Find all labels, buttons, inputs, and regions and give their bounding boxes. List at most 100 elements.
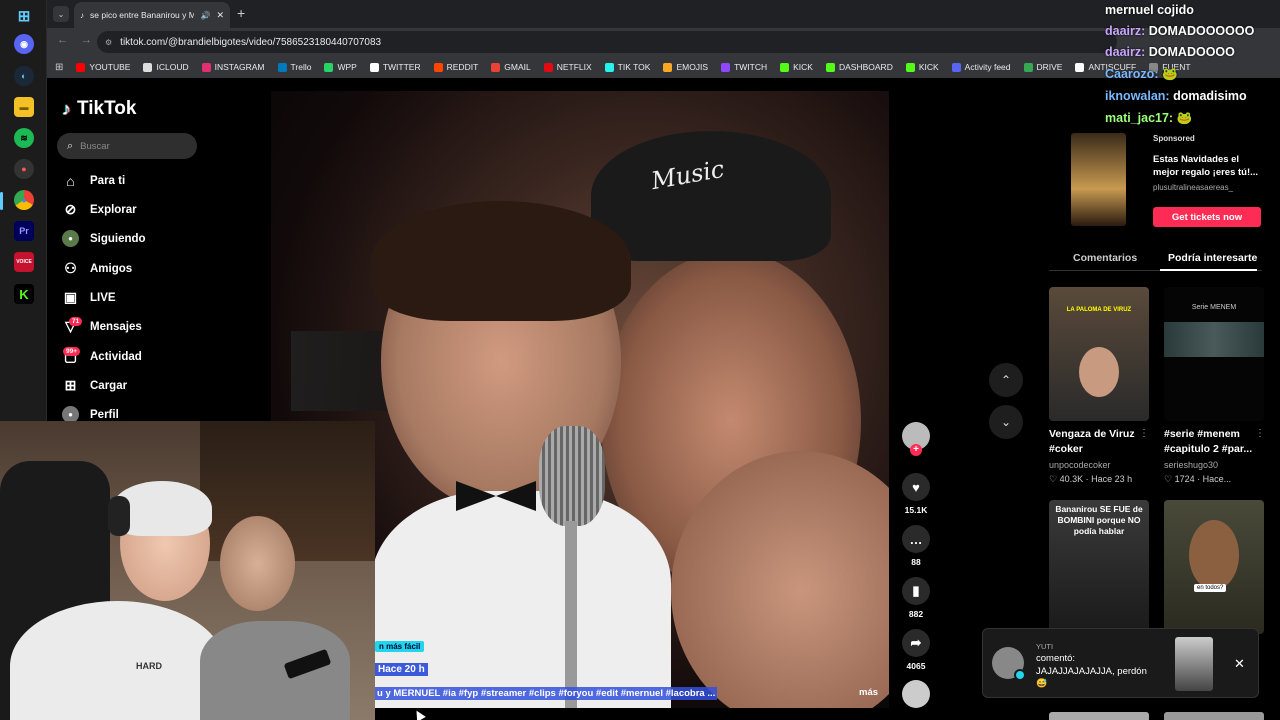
obs-icon[interactable]: ● xyxy=(14,159,34,179)
next-video-button[interactable]: ⌄ xyxy=(989,405,1023,439)
bookmark-item[interactable]: KICK xyxy=(780,62,813,72)
recommended-thumbnail[interactable]: en todos? xyxy=(1164,500,1264,634)
bookmark-item[interactable]: KICK xyxy=(905,62,939,72)
back-icon[interactable]: ← xyxy=(57,34,68,46)
microphone-head xyxy=(539,426,605,526)
address-bar[interactable]: ⚙ tiktok.com/@brandielbigotes/video/7586… xyxy=(97,31,1117,53)
bookmark-item[interactable]: NETFLIX xyxy=(543,62,592,72)
recommended-author[interactable]: unpocodecoker xyxy=(1049,460,1111,470)
thumbnail-caption: Bananirou SE FUE de BOMBINI porque NO po… xyxy=(1055,504,1143,536)
ad-thumbnail[interactable] xyxy=(1071,133,1126,226)
save-count: 882 xyxy=(908,609,924,619)
chrome-icon[interactable]: ● xyxy=(14,190,34,210)
file-explorer-icon[interactable]: ▬ xyxy=(14,97,34,117)
white-tshirt xyxy=(10,601,225,720)
bookmark-item[interactable]: INSTAGRAM xyxy=(201,62,265,72)
kick-icon[interactable]: K xyxy=(14,284,34,304)
recommended-title[interactable]: Vengaza de Viruz #coker xyxy=(1049,427,1149,457)
caption-more-button[interactable]: más xyxy=(859,687,878,698)
thumbnail-person xyxy=(1189,520,1239,590)
ad-title[interactable]: Estas Navidades el mejor regalo ¡eres tú… xyxy=(1153,153,1263,179)
browser-tab[interactable]: ♪ se pico entre Bananirou y M 🔊 ✕ xyxy=(74,2,230,28)
windows-start-icon[interactable]: ⊞ xyxy=(14,6,34,26)
bookmark-favicon-icon xyxy=(663,62,673,72)
tiktok-logo[interactable]: ♪ TikTok xyxy=(62,98,136,120)
bookmark-item[interactable]: DASHBOARD xyxy=(825,62,893,72)
creator-avatar[interactable]: + xyxy=(900,422,932,456)
mouse-cursor-icon xyxy=(412,708,426,720)
notification-line2: JAJAJJAJAJAJJA, perdón xyxy=(1036,666,1147,677)
bookmark-label: TIK TOK xyxy=(617,62,651,72)
follow-plus-icon[interactable]: + xyxy=(910,444,922,456)
video-caption[interactable]: u y MERNUEL #ia #fyp #streamer #clips #f… xyxy=(375,687,718,700)
nav-following[interactable]: ● Siguiendo xyxy=(62,230,146,247)
tab-audio-icon[interactable]: 🔊 xyxy=(200,11,210,20)
nav-label: Perfil xyxy=(90,408,119,421)
bookmark-item[interactable]: Trello xyxy=(277,62,311,72)
search-input[interactable]: ⌕ Buscar xyxy=(57,133,197,159)
recommended-title[interactable]: #serie #menem #capitulo 2 #par... xyxy=(1164,427,1264,457)
ad-account[interactable]: plusultralineasaereas_ xyxy=(1153,183,1233,192)
comment-notification[interactable]: YUTI comentó: JAJAJJAJAJAJJA, perdón 😅 ✕ xyxy=(982,628,1259,698)
notification-user: YUTI xyxy=(1036,642,1054,651)
bookmark-item[interactable]: TWITCH xyxy=(721,62,767,72)
sound-disc[interactable] xyxy=(900,680,932,708)
bookmark-item[interactable]: Activity feed xyxy=(951,62,1011,72)
new-tab-icon[interactable]: + xyxy=(237,5,245,21)
bookmark-favicon-icon xyxy=(543,62,553,72)
like-button[interactable]: ♥ 15.1K xyxy=(900,473,932,515)
bookmark-item[interactable]: TWITTER xyxy=(369,62,421,72)
bookmark-item[interactable]: DRIVE xyxy=(1023,62,1062,72)
share-button[interactable]: ➦ 4065 xyxy=(900,629,932,671)
recommended-stats-text: 40.3K · Hace 23 h xyxy=(1059,474,1133,484)
tab-close-icon[interactable]: ✕ xyxy=(216,10,224,21)
bookmark-item[interactable]: GMAIL xyxy=(491,62,531,72)
steam-icon[interactable]: ◐ xyxy=(14,66,34,86)
bookmark-item[interactable]: REDDIT xyxy=(433,62,478,72)
save-button[interactable]: ▮ 882 xyxy=(900,577,932,619)
nav-explore[interactable]: ⊘ Explorar xyxy=(62,201,137,218)
voicemeeter-icon[interactable]: VOICE xyxy=(14,252,34,272)
bookmark-item[interactable]: YOUTUBE xyxy=(76,62,130,72)
premiere-icon[interactable]: Pr xyxy=(14,221,34,241)
apps-grid-icon[interactable]: ⊞ xyxy=(55,62,63,73)
bookmark-item[interactable]: TIK TOK xyxy=(604,62,651,72)
nav-live[interactable]: ▣ LIVE xyxy=(62,289,116,306)
tab-comments[interactable]: Comentarios xyxy=(1073,252,1137,264)
screen: ⊞ ◉ ◐ ▬ ≋ ● ● Pr VOICE K ⌄ ♪ se pico ent… xyxy=(0,0,1280,720)
host-hair xyxy=(371,201,631,321)
spotify-icon[interactable]: ≋ xyxy=(14,128,34,148)
tab-related[interactable]: Podría interesarte xyxy=(1168,252,1257,264)
bookmark-favicon-icon xyxy=(1075,62,1085,72)
previous-video-button[interactable]: ⌃ xyxy=(989,363,1023,397)
recommended-author[interactable]: serieshugo30 xyxy=(1164,460,1218,470)
comment-button[interactable]: … 88 xyxy=(900,525,932,567)
discord-icon[interactable]: ◉ xyxy=(14,34,34,54)
chat-text: 🐸 xyxy=(1173,111,1193,125)
bookmark-favicon-icon xyxy=(491,62,501,72)
bookmark-item[interactable]: ICLOUD xyxy=(143,62,189,72)
recommended-thumbnail-partial[interactable] xyxy=(1164,712,1264,720)
more-options-icon[interactable]: ⋮ xyxy=(1255,428,1265,439)
notification-line1: comentó: xyxy=(1036,653,1076,664)
close-icon[interactable]: ✕ xyxy=(1234,656,1245,672)
upload-plus-icon: ⊞ xyxy=(64,377,77,393)
nav-friends[interactable]: ⚇ Amigos xyxy=(62,260,132,277)
recommended-thumbnail[interactable]: LA PALOMA DE VIRUZ xyxy=(1049,287,1149,421)
bookmark-item[interactable]: EMOJIS xyxy=(663,62,708,72)
forward-icon[interactable]: → xyxy=(81,34,92,46)
recommended-thumbnail[interactable]: Bananirou SE FUE de BOMBINI porque NO po… xyxy=(1049,500,1149,634)
bookmark-favicon-icon xyxy=(433,62,443,72)
recommended-thumbnail[interactable]: Serie MENEM xyxy=(1164,287,1264,421)
chat-message: daairz: DOMADOOOO xyxy=(1105,45,1235,59)
recommended-thumbnail-partial[interactable] xyxy=(1049,712,1149,720)
site-info-icon[interactable]: ⚙ xyxy=(105,38,112,47)
more-options-icon[interactable]: ⋮ xyxy=(1139,428,1149,439)
nav-for-you[interactable]: ⌂ Para ti xyxy=(62,172,125,189)
activity-badge: 99+ xyxy=(63,347,81,356)
video-time-label: Hace 20 h xyxy=(375,663,428,676)
get-tickets-button[interactable]: Get tickets now xyxy=(1153,207,1261,227)
tab-search-icon[interactable]: ⌄ xyxy=(53,6,69,22)
nav-upload[interactable]: ⊞ Cargar xyxy=(62,377,127,394)
bookmark-item[interactable]: WPP xyxy=(324,62,357,72)
